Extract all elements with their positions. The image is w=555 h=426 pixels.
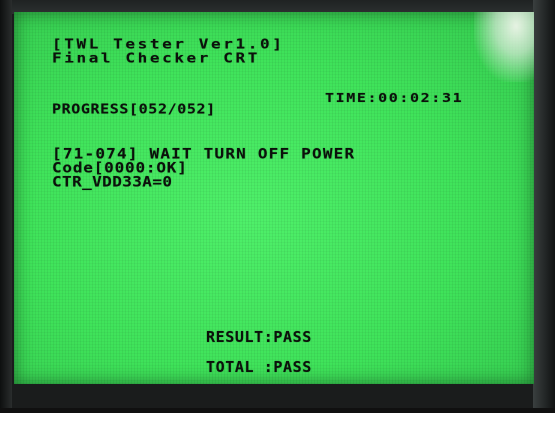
screen-glare — [474, 12, 534, 82]
tester-subtitle: Final Checker CRT — [52, 50, 260, 66]
result-status: RESULT:PASS — [206, 328, 312, 346]
elapsed-time: TIME:00:02:31 — [325, 90, 464, 106]
tester-title: [TWL Tester Ver1.0] — [52, 36, 285, 52]
crt-screen: [TWL Tester Ver1.0] Final Checker CRT TI… — [14, 12, 534, 384]
progress-counter: PROGRESS[052/052] — [52, 101, 216, 118]
monitor-photo: [TWL Tester Ver1.0] Final Checker CRT TI… — [0, 0, 555, 412]
monitor-bezel-left — [0, 0, 12, 412]
ctr-vdd-readout: CTR_VDD33A=0 — [52, 173, 173, 191]
monitor-bezel-right — [533, 0, 555, 412]
total-status: TOTAL :PASS — [206, 358, 312, 376]
bottom-border — [0, 408, 555, 413]
